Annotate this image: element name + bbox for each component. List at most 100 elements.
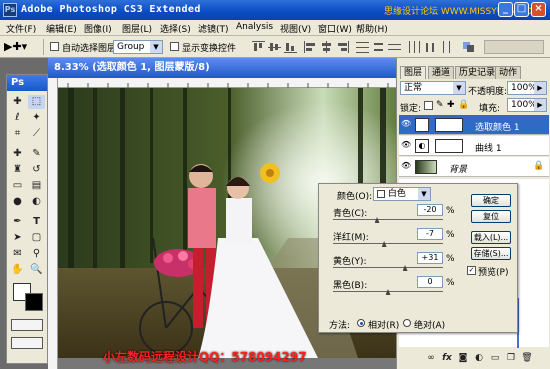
eraser-tool-icon[interactable]: ▭ <box>9 179 26 193</box>
menu-help[interactable]: 帮助(H) <box>356 22 388 35</box>
menu-image[interactable]: 图像(I) <box>84 22 112 35</box>
slider-value[interactable]: -7 <box>417 228 443 240</box>
align-left-icon[interactable] <box>304 41 317 53</box>
tab-layers[interactable]: 图层 <box>400 66 427 79</box>
menu-window[interactable]: 窗口(W) <box>318 22 352 35</box>
slider-knob[interactable] <box>374 217 380 223</box>
close-button[interactable]: × <box>531 2 546 17</box>
menu-file[interactable]: 文件(F) <box>6 22 36 35</box>
layer-row-selective-color[interactable]: 👁 选取颜色 1 <box>399 115 549 135</box>
slider-black[interactable]: 黑色(B): 0 % <box>329 276 457 296</box>
type-tool-icon[interactable]: T <box>28 215 45 229</box>
slider-track[interactable] <box>333 267 443 268</box>
slider-knob[interactable] <box>381 241 387 247</box>
layer-mask-thumbnail[interactable] <box>435 118 463 132</box>
menu-analysis[interactable]: Analysis <box>236 22 273 32</box>
slider-value[interactable]: +31 <box>417 252 443 264</box>
marquee-tool-icon[interactable]: ⬚ <box>28 95 45 109</box>
distribute-hcenter-icon[interactable] <box>424 41 437 53</box>
eye-icon[interactable]: 👁 <box>401 140 411 150</box>
dodge-tool-icon[interactable]: ◐ <box>28 195 45 209</box>
layer-mask-thumbnail[interactable] <box>435 139 463 153</box>
move-tool-icon[interactable]: ✚ <box>9 95 26 109</box>
align-hcenter-icon[interactable] <box>320 41 333 53</box>
slider-knob[interactable] <box>402 265 408 271</box>
eye-icon[interactable]: 👁 <box>401 119 411 129</box>
load-button[interactable]: 载入(L)... <box>471 231 511 244</box>
lasso-tool-icon[interactable]: ℓ <box>9 111 26 125</box>
slider-knob[interactable] <box>385 289 391 295</box>
tab-channels[interactable]: 通道 <box>428 66 455 79</box>
slider-value[interactable]: 0 <box>417 276 443 288</box>
screen-mode-icon[interactable] <box>11 337 43 349</box>
history-brush-icon[interactable]: ↺ <box>28 163 45 177</box>
slider-magenta[interactable]: 洋红(M): -7 % <box>329 228 457 248</box>
lock-all-icon[interactable]: 🔒 <box>458 100 469 110</box>
save-button[interactable]: 存储(S)... <box>471 247 511 260</box>
hand-tool-icon[interactable]: ✋ <box>9 263 26 277</box>
move-tool-preset-icon[interactable]: ▶✚▾ <box>4 40 38 54</box>
distribute-top-icon[interactable] <box>356 41 369 53</box>
distribute-right-icon[interactable] <box>440 41 453 53</box>
layer-row-background[interactable]: 👁 背景 🔒 <box>399 157 549 177</box>
maximize-button[interactable]: □ <box>514 2 529 17</box>
quick-mask-icon[interactable] <box>11 319 43 331</box>
pen-tool-icon[interactable]: ✒ <box>9 215 26 229</box>
path-selection-icon[interactable]: ➤ <box>9 231 26 245</box>
blur-tool-icon[interactable]: ● <box>9 195 26 209</box>
align-top-icon[interactable] <box>252 41 265 53</box>
eye-icon[interactable]: 👁 <box>401 161 411 171</box>
slider-track[interactable] <box>333 243 443 244</box>
auto-select-dropdown[interactable]: Group ▼ <box>113 40 163 54</box>
healing-brush-icon[interactable]: ✚ <box>9 147 26 161</box>
lock-pixels-icon[interactable]: ✎ <box>436 100 444 110</box>
zoom-tool-icon[interactable]: 🔍 <box>28 263 45 277</box>
show-transform-checkbox[interactable] <box>170 42 179 51</box>
adjustment-layer-icon[interactable]: ◐ <box>473 352 485 364</box>
auto-select-checkbox[interactable] <box>50 42 59 51</box>
brush-tool-icon[interactable]: ✎ <box>28 147 45 161</box>
fill-input[interactable]: 100% ▶ <box>507 98 547 112</box>
align-vcenter-icon[interactable] <box>268 41 281 53</box>
layer-row-curves[interactable]: 👁 ◐ 曲线 1 <box>399 136 549 156</box>
slice-tool-icon[interactable]: ⟋ <box>28 127 45 141</box>
gradient-tool-icon[interactable]: ▤ <box>28 179 45 193</box>
slider-track[interactable] <box>333 219 443 220</box>
link-layers-icon[interactable]: ∞ <box>425 352 437 364</box>
blend-mode-dropdown[interactable]: 正常 ▼ <box>400 81 466 95</box>
minimize-button[interactable]: _ <box>498 2 513 17</box>
align-right-icon[interactable] <box>336 41 349 53</box>
distribute-vcenter-icon[interactable] <box>372 41 385 53</box>
slider-yellow[interactable]: 黄色(Y): +31 % <box>329 252 457 272</box>
distribute-bottom-icon[interactable] <box>388 41 401 53</box>
ok-button[interactable]: 确定 <box>471 194 511 207</box>
add-mask-icon[interactable]: ◙ <box>457 352 469 364</box>
opacity-input[interactable]: 100% ▶ <box>507 81 547 95</box>
new-group-icon[interactable]: ▭ <box>489 352 501 364</box>
notes-tool-icon[interactable]: ✉ <box>9 247 26 261</box>
new-layer-icon[interactable]: ❐ <box>505 352 517 364</box>
colors-dropdown[interactable]: 白色 ▼ <box>373 187 431 201</box>
distribute-left-icon[interactable] <box>408 41 421 53</box>
eyedropper-tool-icon[interactable]: ⚲ <box>28 247 45 261</box>
menu-layer[interactable]: 图层(L) <box>122 22 152 35</box>
delete-layer-icon[interactable]: 🗑 <box>521 352 533 364</box>
menu-filter[interactable]: 滤镜(T) <box>198 22 229 35</box>
magic-wand-icon[interactable]: ✦ <box>28 111 45 125</box>
align-bottom-icon[interactable] <box>284 41 297 53</box>
slider-value[interactable]: -20 <box>417 204 443 216</box>
background-color-swatch[interactable] <box>25 293 43 311</box>
lock-position-icon[interactable]: ✚ <box>447 100 455 110</box>
preview-checkbox[interactable]: ✓ <box>467 266 476 275</box>
menu-edit[interactable]: 编辑(E) <box>46 22 77 35</box>
tab-actions[interactable]: 动作 <box>495 66 522 79</box>
method-relative-radio[interactable] <box>357 319 365 327</box>
shape-tool-icon[interactable]: ▢ <box>28 231 45 245</box>
crop-tool-icon[interactable]: ⌗ <box>9 127 26 141</box>
method-absolute-radio[interactable] <box>403 319 411 327</box>
lock-transparent-icon[interactable] <box>424 101 433 110</box>
auto-align-icon[interactable] <box>462 41 475 53</box>
clone-stamp-icon[interactable]: ♜ <box>9 163 26 177</box>
slider-cyan[interactable]: 青色(C): -20 % <box>329 204 457 224</box>
reset-button[interactable]: 复位 <box>471 210 511 223</box>
